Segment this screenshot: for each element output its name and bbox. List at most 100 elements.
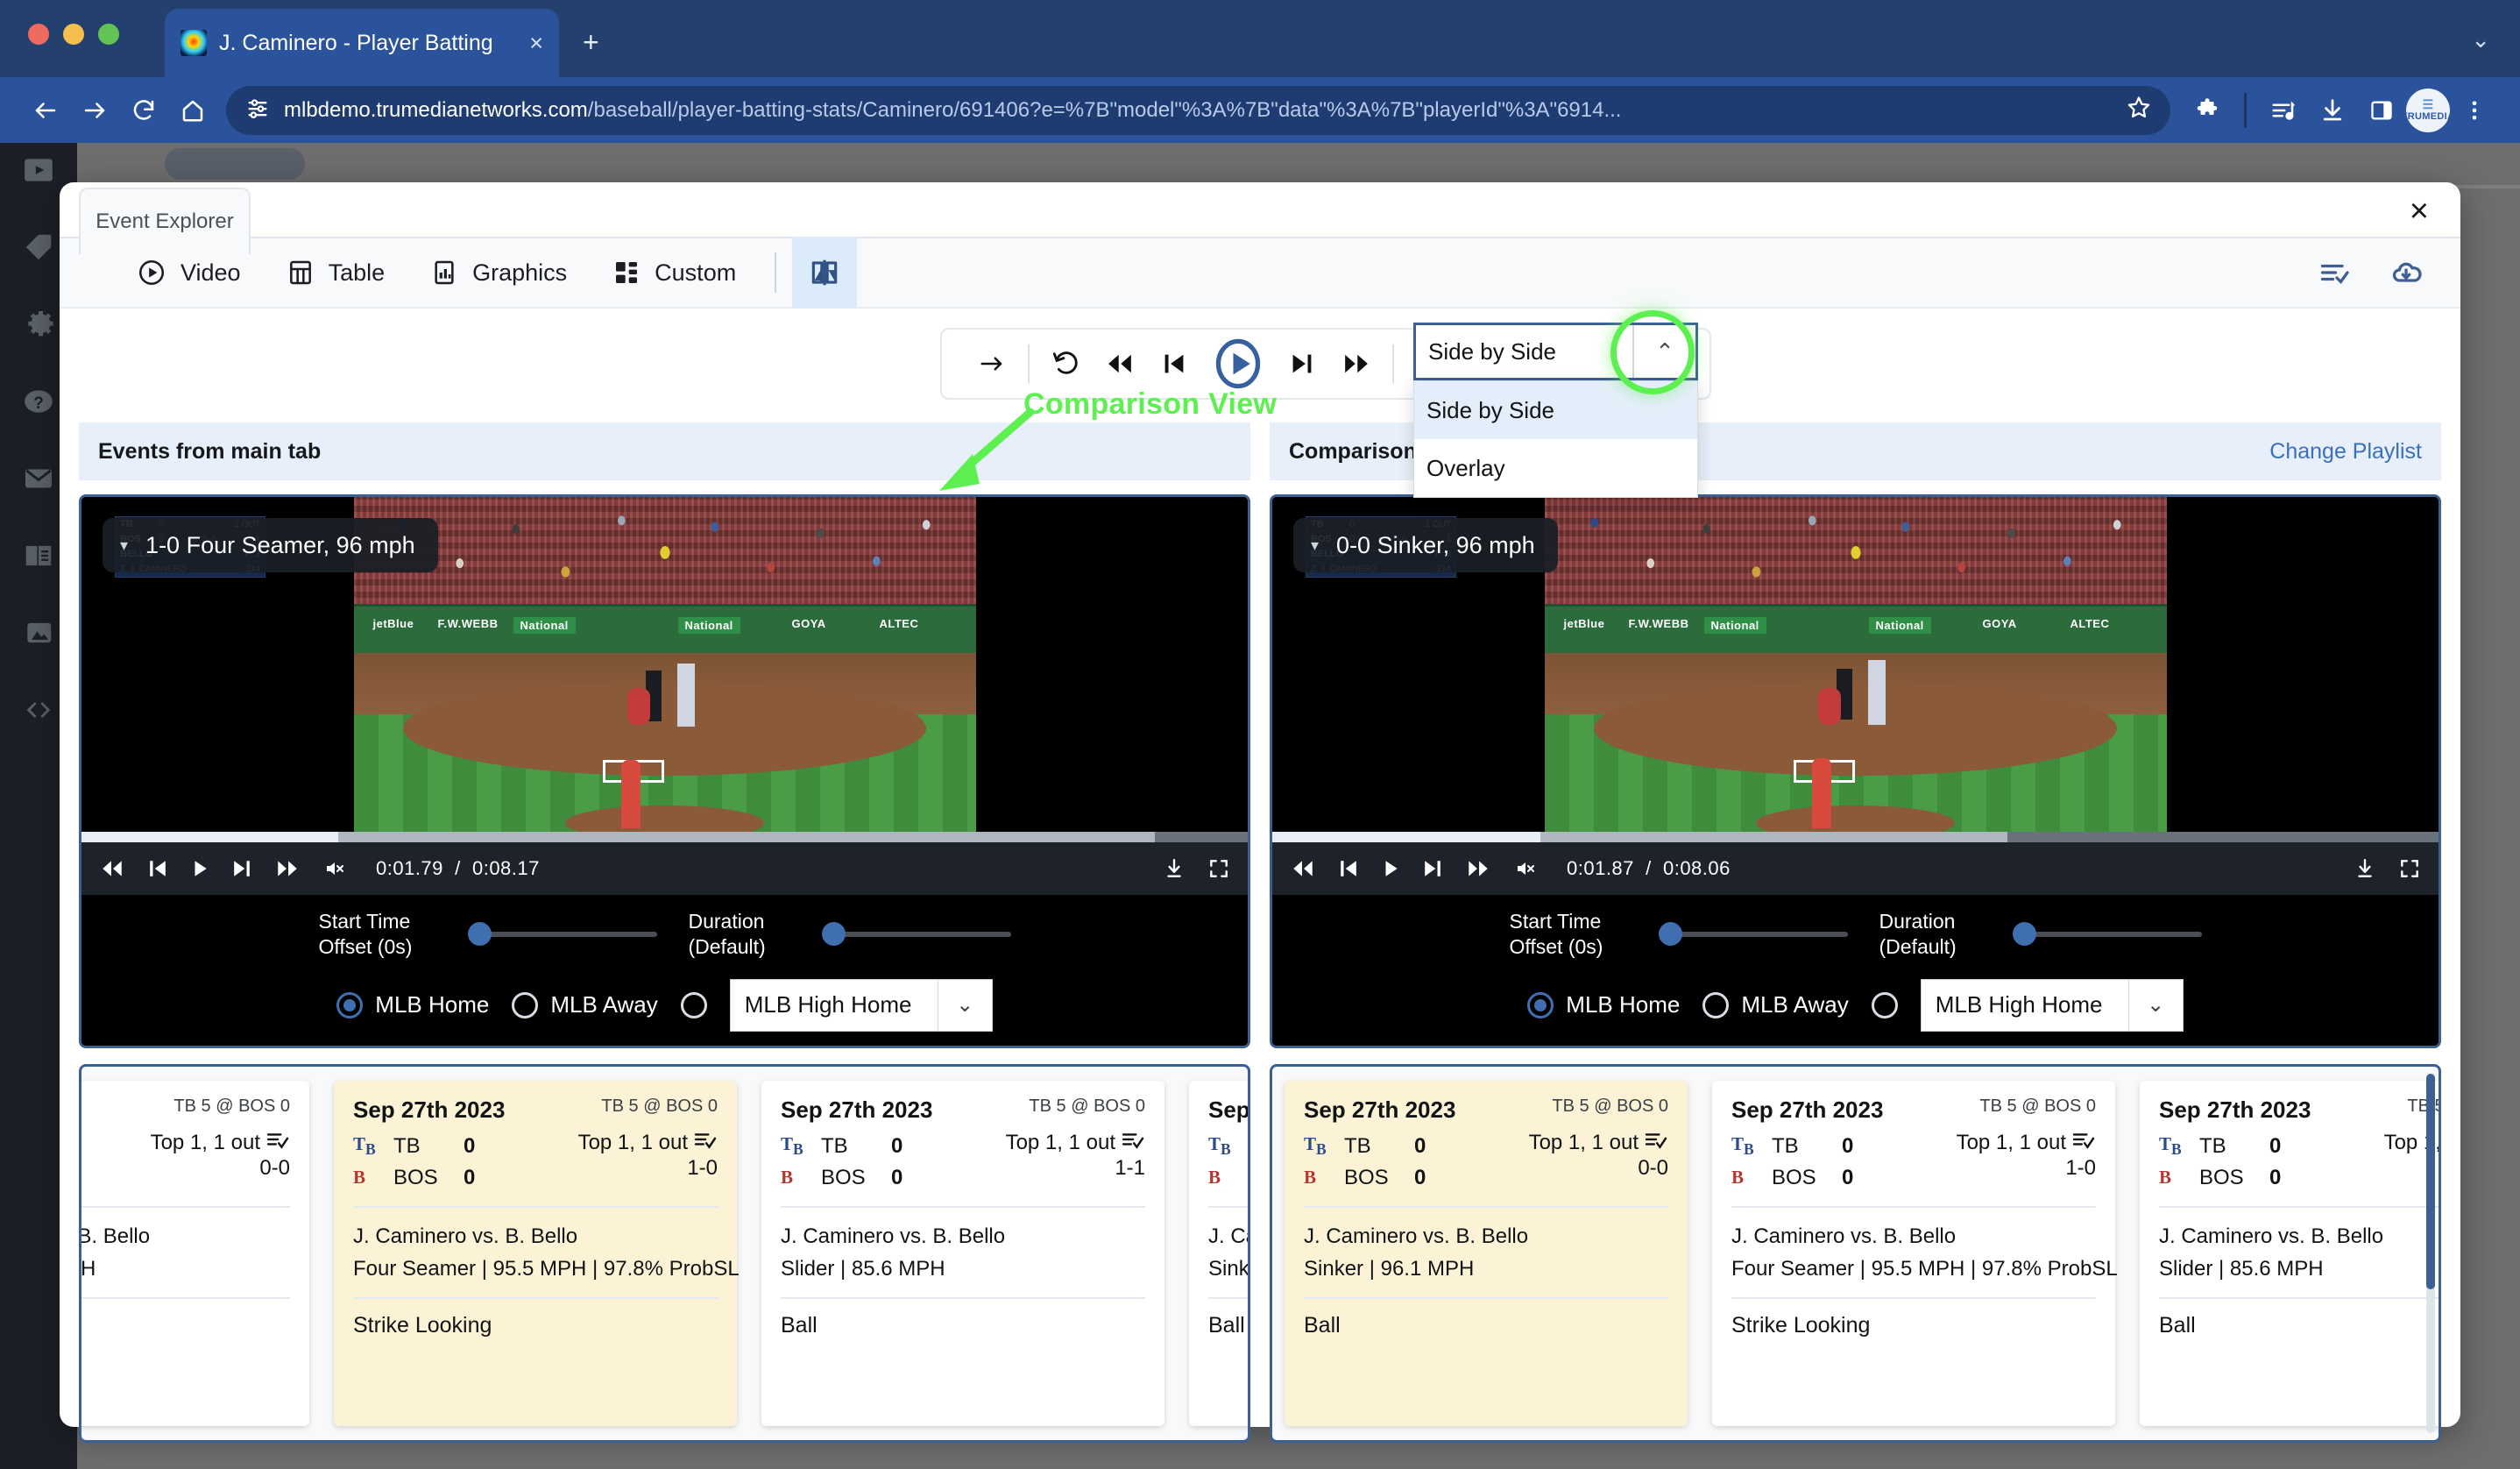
playlist-check-icon[interactable] — [1121, 1131, 1145, 1156]
feed-select-right[interactable]: MLB High Home ⌄ — [1921, 979, 2184, 1032]
star-icon[interactable] — [2127, 95, 2151, 125]
play-icon[interactable] — [1381, 859, 1400, 878]
chevron-down-icon[interactable]: ▾ — [1311, 536, 1319, 555]
comparison-view-select[interactable]: Side by Side ⌃ — [1413, 323, 1698, 380]
next-frame-icon[interactable] — [230, 859, 253, 878]
playlist-check-icon[interactable] — [693, 1131, 718, 1156]
duration-slider[interactable] — [829, 932, 1011, 937]
radio-custom-feed-right[interactable] — [1872, 992, 1898, 1018]
profile-avatar[interactable]: ☰ TRUMEDIA — [2406, 89, 2450, 132]
close-icon[interactable]: × — [2410, 195, 2429, 228]
pitch-label-left[interactable]: ▾ 1-0 Four Seamer, 96 mph — [103, 518, 438, 572]
start-time-slider[interactable] — [1666, 932, 1848, 937]
previous-frame-icon[interactable] — [1147, 337, 1201, 391]
change-playlist-link[interactable]: Change Playlist — [2269, 439, 2422, 465]
extensions-puzzle-icon[interactable] — [2183, 86, 2232, 135]
fast-forward-icon[interactable] — [1329, 337, 1384, 391]
play-button[interactable] — [1201, 327, 1275, 401]
back-arrow-icon[interactable] — [21, 86, 70, 135]
duration-slider[interactable] — [2020, 932, 2202, 937]
tab-close-icon[interactable]: × — [529, 32, 543, 55]
playlist-check-icon[interactable] — [265, 1131, 290, 1156]
mute-icon[interactable] — [1512, 858, 1537, 879]
rewind-icon[interactable] — [1093, 337, 1147, 391]
event-card[interactable]: Sep 27th 2023TB 5 @ BOS 0TBTB0BBOS0Top 1… — [1712, 1081, 2115, 1426]
card-strip-right[interactable]: Sep 27th 2023TB 5 @ BOS 0TBTB0BBOS0Top 1… — [1285, 1067, 2439, 1440]
code-icon[interactable] — [16, 690, 61, 730]
gear-icon[interactable] — [16, 304, 61, 344]
event-card[interactable]: Sep 27th 2023TB 5 @ BOS 0TBTB0BBOS0Top 1… — [1189, 1081, 1250, 1426]
start-time-slider[interactable] — [475, 932, 657, 937]
radio-mlb-away-left[interactable]: MLB Away — [512, 991, 657, 1018]
play-icon[interactable] — [190, 859, 209, 878]
video-scrubber-left[interactable] — [81, 832, 1248, 842]
radio-mlb-home-right[interactable]: MLB Home — [1527, 991, 1680, 1018]
previous-frame-icon[interactable] — [146, 859, 169, 878]
previous-frame-icon[interactable] — [1337, 859, 1360, 878]
radio-mlb-home-left[interactable]: MLB Home — [336, 991, 489, 1018]
mail-icon[interactable] — [16, 458, 61, 499]
radio-custom-feed-left[interactable] — [681, 992, 707, 1018]
toolbar-item-table[interactable]: Table — [264, 237, 408, 309]
chevron-down-icon[interactable]: ⌄ — [938, 980, 992, 1031]
feed-select-left[interactable]: MLB High Home ⌄ — [730, 979, 993, 1032]
event-card[interactable]: Sep 27th 2023TB 5 @ BOS 0TBTB0BBOS0Top 1… — [2140, 1081, 2441, 1426]
rewind-icon[interactable] — [99, 859, 125, 878]
card-strip-left[interactable]: Sep 27th 2023TB 5 @ BOS 0TBTB0BBOS0Top 1… — [79, 1067, 1248, 1440]
video-stage-left[interactable]: jetBlue F.W.WEBB National National GOYA … — [81, 497, 1248, 832]
toolbar-item-custom[interactable]: Custom — [590, 237, 759, 309]
window-traffic-lights[interactable] — [28, 24, 119, 45]
event-card[interactable]: Sep 27th 2023TB 5 @ BOS 0TBTB0BBOS0Top 1… — [79, 1081, 309, 1426]
scrollbar-thumb[interactable] — [2426, 1074, 2435, 1289]
chevron-down-icon[interactable]: ⌄ — [2128, 980, 2183, 1031]
media-playlist-icon[interactable] — [2259, 86, 2308, 135]
reload-icon[interactable] — [119, 86, 168, 135]
event-card[interactable]: Sep 27th 2023TB 5 @ BOS 0TBTB0BBOS0Top 1… — [334, 1081, 737, 1426]
new-tab-button[interactable]: + — [583, 28, 599, 56]
slider-handle[interactable] — [1659, 922, 1682, 946]
browser-tab[interactable]: J. Caminero - Player Batting × — [165, 9, 559, 77]
playlist-check-icon[interactable] — [2317, 257, 2352, 293]
site-settings-icon[interactable] — [245, 96, 270, 124]
radio-mlb-away-right[interactable]: MLB Away — [1702, 991, 1848, 1018]
fullscreen-icon[interactable] — [2398, 857, 2421, 880]
replay-icon[interactable] — [1038, 337, 1093, 391]
next-frame-icon[interactable] — [1421, 859, 1444, 878]
side-panel-icon[interactable] — [2357, 86, 2406, 135]
chevron-up-icon[interactable]: ⌃ — [1632, 325, 1695, 378]
chevron-down-icon[interactable]: ▾ — [120, 536, 128, 555]
cloud-download-icon[interactable] — [2387, 257, 2425, 293]
tab-event-explorer[interactable]: Event Explorer — [79, 188, 251, 254]
event-card[interactable]: Sep 27th 2023TB 5 @ BOS 0TBTB0BBOS0Top 1… — [1285, 1081, 1688, 1426]
dropdown-option-overlay[interactable]: Overlay — [1414, 439, 1697, 497]
address-bar[interactable]: mlbdemo.trumedianetworks.com/baseball/pl… — [226, 86, 2170, 135]
tag-icon[interactable] — [16, 227, 61, 267]
minimize-window-button[interactable] — [63, 24, 84, 45]
comparison-view-dropdown[interactable]: Side by Side Overlay — [1413, 380, 1698, 498]
download-icon[interactable] — [1162, 857, 1186, 880]
mute-icon[interactable] — [322, 858, 346, 879]
video-scrubber-right[interactable] — [1272, 832, 2439, 842]
slider-handle[interactable] — [2013, 922, 2036, 946]
comparison-view-icon[interactable] — [792, 237, 857, 309]
maximize-window-button[interactable] — [98, 24, 119, 45]
download-icon[interactable] — [2308, 86, 2357, 135]
toolbar-item-graphics[interactable]: Graphics — [407, 237, 590, 309]
video-stage-right[interactable]: jetBlue F.W.WEBB National National GOYA … — [1272, 497, 2439, 832]
help-icon[interactable]: ? — [16, 381, 61, 422]
book-icon[interactable] — [16, 536, 61, 576]
close-window-button[interactable] — [28, 24, 49, 45]
forward-arrow-icon[interactable] — [70, 86, 119, 135]
fast-forward-icon[interactable] — [274, 859, 301, 878]
image-icon[interactable] — [16, 613, 61, 653]
fullscreen-icon[interactable] — [1207, 857, 1230, 880]
rewind-icon[interactable] — [1290, 859, 1316, 878]
playlist-check-icon[interactable] — [1644, 1131, 1668, 1156]
fast-forward-icon[interactable] — [1465, 859, 1491, 878]
pitch-label-right[interactable]: ▾ 0-0 Sinker, 96 mph — [1293, 518, 1558, 572]
dropdown-option-side-by-side[interactable]: Side by Side — [1414, 381, 1697, 439]
slider-handle[interactable] — [822, 922, 846, 946]
chevron-down-icon[interactable]: ⌄ — [2471, 26, 2490, 53]
three-dot-menu-icon[interactable] — [2450, 86, 2499, 135]
slider-handle[interactable] — [468, 922, 492, 946]
